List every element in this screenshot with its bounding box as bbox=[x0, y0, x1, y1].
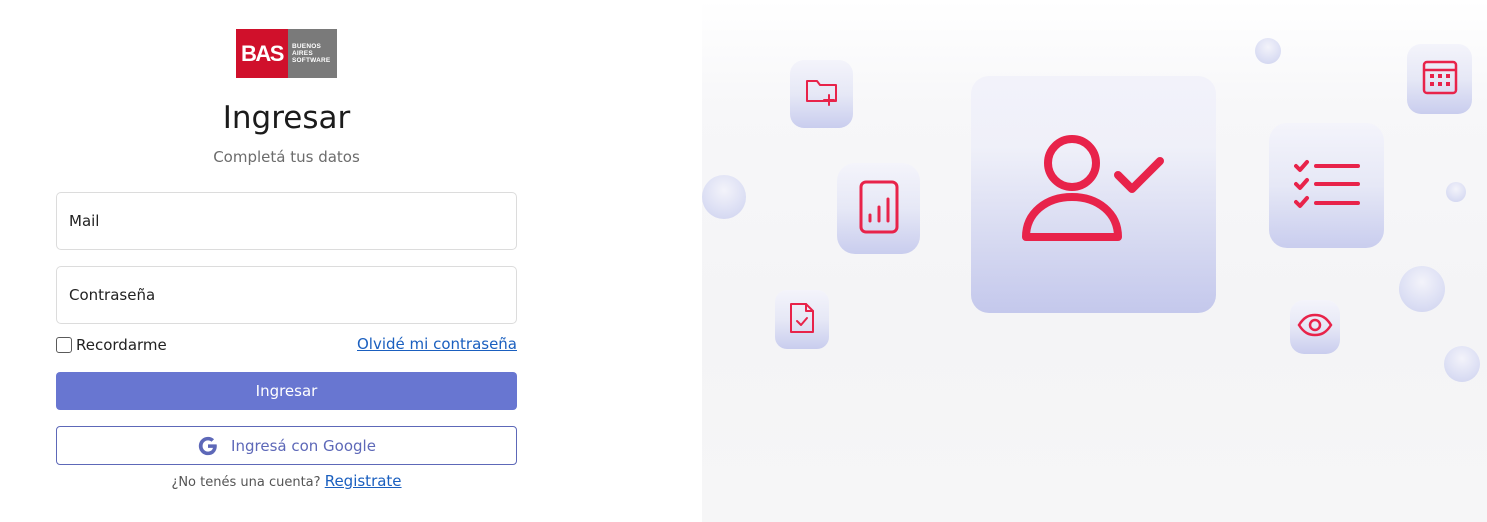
signup-link[interactable]: Registrate bbox=[325, 472, 402, 490]
logo-wordmark: BUENOS AIRES SOFTWARE bbox=[288, 29, 337, 78]
page-subtitle: Completá tus datos bbox=[213, 148, 360, 166]
mail-field[interactable]: Mail bbox=[56, 192, 517, 250]
decor-bubble bbox=[702, 175, 746, 219]
decor-bubble bbox=[1444, 346, 1480, 382]
decor-bubble bbox=[1255, 38, 1281, 64]
google-login-button[interactable]: Ingresá con Google bbox=[56, 426, 517, 465]
logo-mark: BAS bbox=[236, 29, 288, 78]
password-label: Contraseña bbox=[69, 286, 156, 304]
decor-bubble bbox=[1446, 182, 1466, 202]
bas-logo: BAS BUENOS AIRES SOFTWARE bbox=[236, 29, 337, 78]
google-login-label: Ingresá con Google bbox=[231, 436, 376, 455]
folder-tile bbox=[790, 60, 853, 128]
checklist-icon bbox=[1293, 159, 1360, 213]
mail-label: Mail bbox=[69, 212, 100, 230]
password-field[interactable]: Contraseña bbox=[56, 266, 517, 324]
decor-bubble bbox=[1399, 266, 1445, 312]
checklist-tile bbox=[1269, 123, 1384, 248]
forgot-password-link[interactable]: Olvidé mi contraseña bbox=[357, 335, 517, 353]
user-check-icon bbox=[1020, 133, 1168, 249]
signup-row: ¿No tenés una cuenta? Registrate bbox=[56, 472, 517, 490]
signup-prompt: ¿No tenés una cuenta? bbox=[171, 475, 321, 490]
remember-me[interactable]: Recordarme bbox=[56, 335, 167, 355]
calendar-icon bbox=[1422, 59, 1458, 99]
calendar-tile bbox=[1407, 44, 1472, 114]
remember-checkbox[interactable] bbox=[56, 337, 72, 353]
logo-line: AIRES bbox=[292, 50, 313, 57]
remember-label: Recordarme bbox=[76, 336, 167, 354]
logo-line: BUENOS bbox=[292, 43, 322, 50]
document-check-icon bbox=[788, 301, 816, 339]
login-page: BAS BUENOS AIRES SOFTWARE Ingresar Compl… bbox=[0, 0, 1487, 522]
report-tile bbox=[837, 163, 920, 254]
page-title: Ingresar bbox=[222, 100, 351, 136]
bar-chart-document-icon bbox=[858, 179, 900, 239]
logo-line: SOFTWARE bbox=[292, 57, 331, 64]
document-check-tile bbox=[775, 290, 829, 349]
folder-add-icon bbox=[804, 75, 840, 113]
hero-illustration bbox=[702, 0, 1487, 522]
login-panel: BAS BUENOS AIRES SOFTWARE Ingresar Compl… bbox=[0, 0, 702, 522]
user-check-tile bbox=[971, 76, 1216, 313]
eye-icon bbox=[1297, 313, 1333, 341]
eye-tile bbox=[1290, 300, 1340, 354]
google-icon bbox=[197, 435, 219, 457]
login-button[interactable]: Ingresar bbox=[56, 372, 517, 410]
